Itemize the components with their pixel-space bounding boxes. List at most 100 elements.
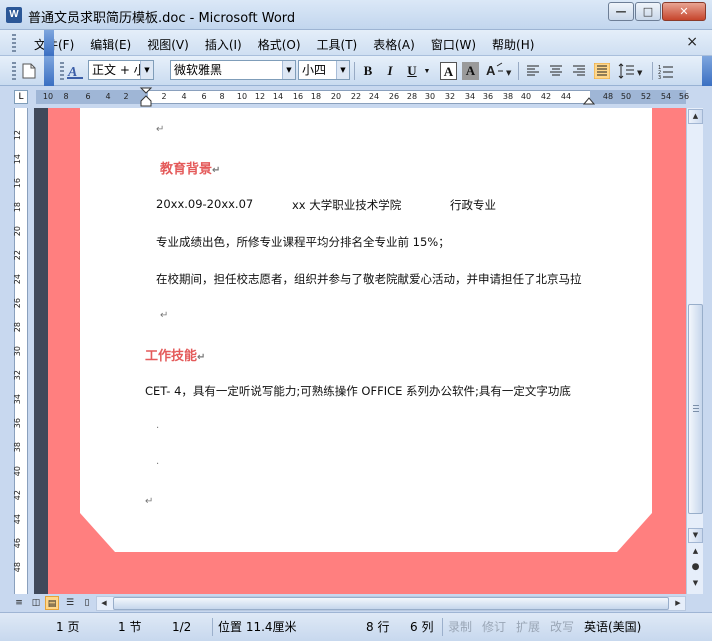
italic-button[interactable]: I bbox=[382, 62, 398, 80]
ruler-number: 44 bbox=[560, 92, 572, 101]
justify-icon[interactable] bbox=[594, 63, 610, 79]
menu-format[interactable]: 格式(O) bbox=[250, 36, 309, 53]
right-indent-marker-icon[interactable] bbox=[583, 94, 595, 106]
status-section: 1 节 bbox=[118, 620, 142, 634]
ruler-number: 20 bbox=[330, 92, 342, 101]
new-document-icon[interactable] bbox=[22, 63, 36, 79]
vertical-scroll-thumb[interactable] bbox=[688, 304, 703, 514]
character-shading-button[interactable]: A bbox=[462, 62, 479, 80]
print-layout-view-icon[interactable]: ▤ bbox=[45, 596, 59, 610]
ruler-number: 4 bbox=[105, 92, 111, 101]
left-page-edge bbox=[34, 108, 48, 594]
status-column: 6 列 bbox=[410, 620, 434, 634]
menu-table[interactable]: 表格(A) bbox=[365, 36, 423, 53]
separator bbox=[354, 62, 355, 80]
scroll-down-arrow-icon[interactable]: ▼ bbox=[688, 528, 703, 543]
select-browse-object-icon[interactable]: ● bbox=[688, 561, 703, 576]
character-border-button[interactable]: A bbox=[440, 62, 457, 80]
status-bar: 1 页 1 节 1/2 位置 11.4厘米 8 行 6 列 录制 修订 扩展 改… bbox=[0, 612, 712, 641]
bold-button[interactable]: B bbox=[360, 62, 376, 80]
status-record[interactable]: 录制 bbox=[448, 618, 472, 636]
status-overtype[interactable]: 改写 bbox=[550, 618, 574, 636]
vertical-ruler-number: 20 bbox=[13, 226, 22, 237]
normal-view-icon[interactable]: ≡ bbox=[12, 596, 26, 610]
underline-chevron-down-icon[interactable]: ▼ bbox=[422, 62, 432, 80]
font-dropdown[interactable]: 微软雅黑 ▼ bbox=[170, 60, 296, 80]
horizontal-scrollbar[interactable]: ◀ ▶ bbox=[96, 596, 686, 611]
chevron-down-icon[interactable]: ▼ bbox=[282, 61, 295, 79]
document-area[interactable]: ↵ 教育背景↵ 20xx.09-20xx.07 xx 大学职业技术学院 行政专业… bbox=[48, 108, 686, 594]
toolbar-overflow-chevron-icon[interactable] bbox=[702, 56, 712, 86]
web-view-icon[interactable]: ◫ bbox=[29, 596, 43, 610]
previous-page-icon[interactable]: ▲ bbox=[688, 545, 703, 560]
next-page-icon[interactable]: ▼ bbox=[688, 577, 703, 592]
vertical-scrollbar[interactable]: ▲ ▼ ▲ ● ▼ bbox=[686, 108, 703, 594]
align-right-icon[interactable] bbox=[572, 64, 586, 78]
toolbar-grip-icon[interactable] bbox=[12, 62, 16, 80]
education-heading-text: 教育背景 bbox=[160, 162, 213, 177]
close-button[interactable]: ✕ bbox=[662, 2, 706, 21]
menu-file[interactable]: 文件(F) bbox=[26, 36, 82, 53]
ruler-number: 28 bbox=[406, 92, 418, 101]
separator bbox=[518, 62, 519, 80]
ruler-number: 10 bbox=[42, 92, 54, 101]
horizontal-ruler[interactable]: L 10 8 6 4 2 2 4 6 8 10 12 14 16 18 20 22 24 26 28 30 32 34 36… bbox=[0, 86, 712, 108]
menu-tools[interactable]: 工具(T) bbox=[309, 36, 366, 53]
chevron-down-icon[interactable]: ▼ bbox=[336, 61, 349, 79]
menu-options-chevron-icon[interactable] bbox=[44, 30, 54, 56]
ruler-number: 8 bbox=[219, 92, 225, 101]
toolbar-options-chevron-icon[interactable] bbox=[44, 56, 54, 86]
skills-description: CET- 4，具有一定听说写能力;可熟练操作 OFFICE 系列办公软件;具有一… bbox=[145, 384, 571, 398]
menu-grip-icon[interactable] bbox=[12, 34, 16, 52]
toolbar-grip-2-icon[interactable] bbox=[60, 62, 64, 80]
status-extend[interactable]: 扩展 bbox=[516, 618, 540, 636]
line-spacing-icon[interactable]: ▼ bbox=[618, 63, 644, 79]
status-page: 1 页 bbox=[56, 620, 80, 634]
reading-view-icon[interactable]: ▯ bbox=[80, 596, 94, 610]
vertical-ruler-number: 46 bbox=[13, 538, 22, 549]
status-language: 英语(美国) bbox=[584, 620, 642, 634]
chevron-down-icon[interactable]: ▼ bbox=[140, 61, 153, 79]
paragraph-mark: ↵ bbox=[156, 124, 165, 135]
ruler-number: 52 bbox=[640, 92, 652, 101]
document-close-button[interactable]: × bbox=[686, 34, 698, 50]
ruler-number: 14 bbox=[272, 92, 284, 101]
minimize-button[interactable]: — bbox=[608, 2, 634, 21]
vertical-ruler-number: 30 bbox=[13, 346, 22, 357]
font-size-dropdown[interactable]: 小四 ▼ bbox=[298, 60, 350, 80]
status-track-changes[interactable]: 修订 bbox=[482, 618, 506, 636]
change-case-icon[interactable]: A ▼ bbox=[484, 62, 512, 80]
ruler-number: 16 bbox=[292, 92, 304, 101]
vertical-ruler-number: 48 bbox=[13, 562, 22, 573]
numbering-icon[interactable]: 123 bbox=[658, 63, 674, 79]
align-center-icon[interactable] bbox=[549, 64, 563, 78]
ruler-number: 2 bbox=[123, 92, 129, 101]
education-heading: 教育背景↵ bbox=[160, 158, 220, 177]
vertical-ruler-number: 16 bbox=[13, 178, 22, 189]
menu-edit[interactable]: 编辑(E) bbox=[82, 36, 139, 53]
menu-insert[interactable]: 插入(I) bbox=[197, 36, 250, 53]
menu-view[interactable]: 视图(V) bbox=[139, 36, 197, 53]
vertical-ruler-number: 34 bbox=[13, 394, 22, 405]
scroll-right-arrow-icon[interactable]: ▶ bbox=[671, 597, 685, 610]
horizontal-scroll-thumb[interactable] bbox=[113, 597, 669, 610]
menu-window[interactable]: 窗口(W) bbox=[423, 36, 484, 53]
scroll-grip-icon bbox=[693, 405, 699, 413]
maximize-button[interactable]: □ bbox=[635, 2, 661, 21]
outline-view-icon[interactable]: ☰ bbox=[63, 596, 77, 610]
indent-marker-icon[interactable] bbox=[139, 87, 153, 109]
style-dropdown[interactable]: 正文 + 小四 ▼ bbox=[88, 60, 154, 80]
menu-help[interactable]: 帮助(H) bbox=[484, 36, 542, 53]
scroll-up-arrow-icon[interactable]: ▲ bbox=[688, 109, 703, 124]
tab-selector[interactable]: L bbox=[14, 90, 28, 104]
vertical-ruler-number: 26 bbox=[13, 298, 22, 309]
scroll-left-arrow-icon[interactable]: ◀ bbox=[97, 597, 111, 610]
education-major: 行政专业 bbox=[450, 198, 496, 212]
status-page-of: 1/2 bbox=[172, 620, 192, 634]
ruler-number: 32 bbox=[444, 92, 456, 101]
align-left-icon[interactable] bbox=[526, 64, 540, 78]
underline-button[interactable]: U bbox=[404, 62, 420, 80]
styles-formatting-icon[interactable]: A bbox=[67, 62, 83, 80]
ruler-number: 8 bbox=[63, 92, 69, 101]
vertical-ruler[interactable]: 12 14 16 18 20 22 24 26 28 30 32 34 36 38 40 42 44 46 48 bbox=[0, 108, 48, 594]
